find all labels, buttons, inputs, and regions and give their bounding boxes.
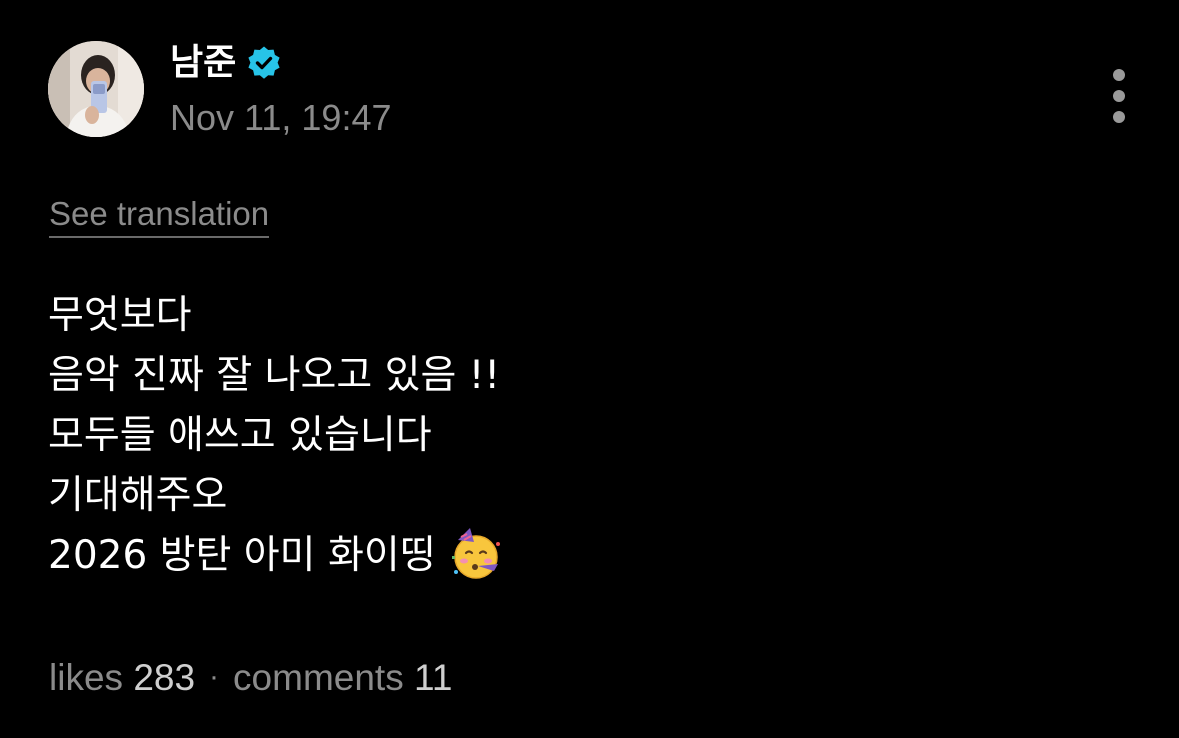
post-body: 무엇보다 음악 진짜 잘 나오고 있음 !! 모두들 애쓰고 있습니다 기대해주… (48, 286, 1048, 586)
author-name[interactable]: 남준 (170, 40, 236, 86)
likes-count: 283 (133, 657, 196, 698)
see-translation-link[interactable]: See translation (49, 194, 270, 238)
more-dots-icon (1113, 69, 1125, 81)
avatar-photo (48, 41, 144, 137)
post-line: 무엇보다 (48, 286, 1048, 346)
partying-face-icon (451, 527, 500, 579)
stats-separator: · (209, 660, 220, 693)
more-dot (1113, 111, 1125, 123)
comments-label: comments (233, 657, 404, 698)
verified-badge-icon (248, 46, 280, 79)
more-dot (1113, 90, 1125, 102)
post-line-text: 무엇보다 (48, 293, 192, 338)
post-stats: likes 283 · comments 11 (49, 656, 452, 703)
post-line: 모두들 애쓰고 있습니다 (48, 406, 1048, 466)
post-line-text: 2026 방탄 아미 화이띵 (48, 533, 436, 578)
comments-stat[interactable]: comments 11 (233, 657, 452, 698)
post-line: 음악 진짜 잘 나오고 있음 !! (48, 346, 1048, 406)
post-line: 기대해주오 (48, 466, 1048, 526)
more-options-button[interactable] (1098, 60, 1140, 132)
post-line-text: 기대해주오 (48, 473, 228, 518)
comments-count: 11 (413, 657, 453, 698)
avatar[interactable] (48, 41, 144, 137)
post-line: 2026 방탄 아미 화이띵 (48, 526, 1048, 586)
post-timestamp: Nov 11, 19:47 (170, 97, 392, 138)
likes-stat[interactable]: likes 283 (49, 657, 195, 698)
post-line-text: 음악 진짜 잘 나오고 있음 !! (48, 353, 501, 398)
post-line-text: 모두들 애쓰고 있습니다 (48, 413, 432, 458)
likes-label: likes (49, 657, 124, 698)
